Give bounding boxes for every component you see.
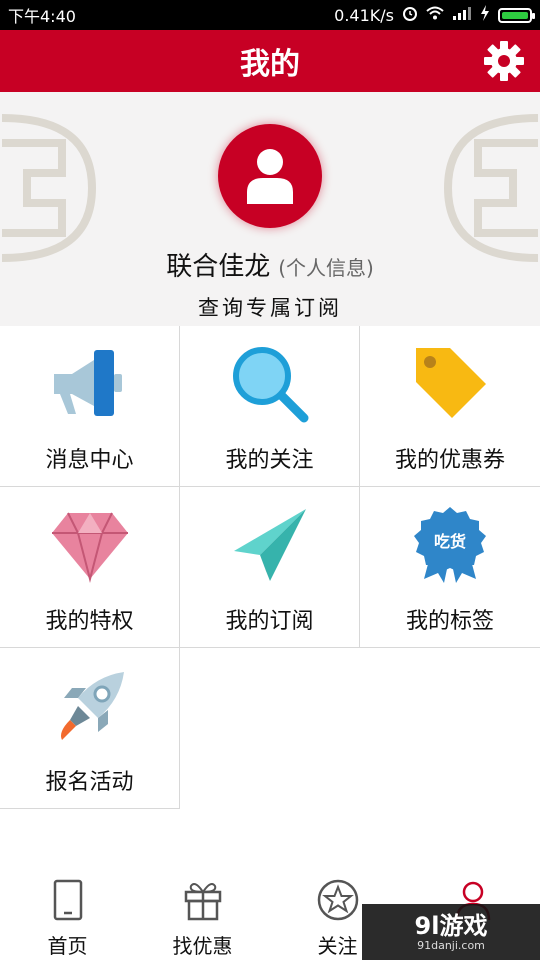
badge-text: 吃货 [434, 532, 466, 551]
search-icon [232, 347, 308, 423]
menu-item-coupons[interactable]: 我的优惠券 [360, 326, 540, 487]
menu-item-label: 我的优惠券 [394, 448, 505, 473]
menu-item-events[interactable]: 报名活动 [0, 648, 180, 809]
ornament-left-decoration [1, 114, 97, 262]
menu-item-label: 消息中心 [45, 448, 134, 473]
menu-item-label: 我的订阅 [225, 609, 314, 634]
battery-icon [498, 7, 535, 23]
status-time: 下午4:40 [8, 7, 76, 26]
megaphone-icon [53, 350, 122, 416]
username: 联合佳龙 [166, 252, 271, 282]
menu-grid: 消息中心 我的关注 我的优惠券 我的特权 我的订阅 吃货 我的标签 报名活动 [0, 326, 540, 809]
signal-icon [452, 6, 472, 24]
wifi-icon [426, 6, 444, 24]
nav-label: 找优惠 [172, 934, 233, 958]
subscription-query-link[interactable]: 查询专属订阅 [0, 292, 540, 322]
menu-item-label: 我的标签 [405, 609, 494, 634]
network-speed: 0.41K/s [334, 5, 394, 25]
avatar[interactable] [218, 124, 322, 228]
charging-icon [480, 5, 490, 25]
phone-icon [53, 879, 82, 921]
menu-item-messages[interactable]: 消息中心 [0, 326, 180, 487]
paper-plane-icon [233, 509, 306, 581]
page-title: 我的 [240, 47, 300, 82]
menu-item-privileges[interactable]: 我的特权 [0, 487, 180, 648]
tag-icon [416, 348, 486, 418]
watermark-sub-text: 91danji.com [417, 938, 485, 952]
menu-item-label: 报名活动 [45, 770, 134, 795]
gift-icon [184, 883, 221, 921]
gear-icon [484, 41, 524, 81]
status-indicators: 0.41K/s [334, 5, 535, 25]
menu-item-label: 我的关注 [225, 448, 314, 473]
nav-deals[interactable]: 找优惠 [135, 868, 270, 960]
user-icon [247, 149, 293, 204]
watermark-main-text: 9l游戏 [414, 911, 488, 940]
menu-item-tags[interactable]: 吃货 我的标签 [360, 487, 540, 648]
nav-label: 首页 [47, 934, 88, 958]
alarm-icon [402, 5, 418, 25]
nav-home[interactable]: 首页 [0, 868, 135, 960]
personal-info-link[interactable]: (个人信息) [278, 252, 374, 281]
profile-section: 联合佳龙 (个人信息) 查询专属订阅 [0, 92, 540, 326]
rocket-icon [60, 672, 124, 740]
diamond-icon [51, 512, 128, 583]
badge-icon: 吃货 [414, 507, 486, 583]
menu-item-label: 我的特权 [45, 609, 134, 634]
ornament-right-decoration [443, 114, 539, 262]
star-icon [317, 879, 358, 921]
watermark-logo: 9l游戏 91danji.com [362, 904, 540, 960]
profile-name-row[interactable]: 联合佳龙 (个人信息) [0, 246, 540, 283]
menu-item-following[interactable]: 我的关注 [180, 326, 360, 487]
top-bar: 我的 [0, 30, 540, 92]
status-bar: 下午4:40 0.41K/s [0, 0, 540, 30]
menu-item-subscriptions[interactable]: 我的订阅 [180, 487, 360, 648]
settings-button[interactable] [482, 39, 526, 83]
